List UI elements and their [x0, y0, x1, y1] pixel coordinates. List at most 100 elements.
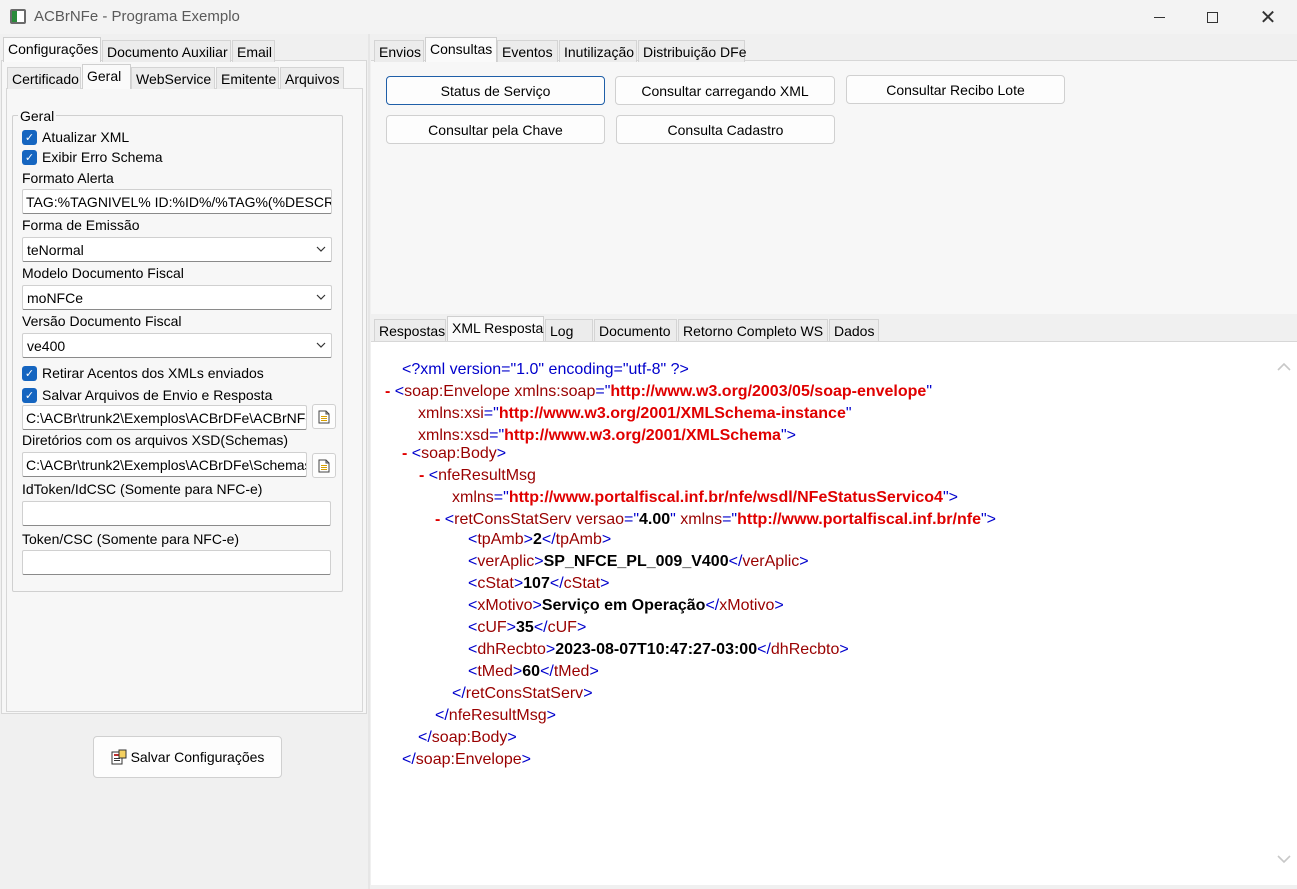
forma-emissao-value: teNormal [27, 242, 84, 258]
versao-documento-value: ve400 [27, 338, 66, 354]
tab-inutilizacao[interactable]: Inutilização [559, 40, 637, 62]
tab-configuracoes[interactable]: Configurações [3, 37, 101, 62]
xml-line: </soap:Body> [418, 729, 517, 746]
minimize-button[interactable] [1136, 0, 1182, 34]
minimize-icon [1153, 16, 1165, 18]
salvar-path-input[interactable]: C:\ACBr\trunk2\Exemplos\ACBrDFe\ACBrNFe\ [22, 405, 307, 430]
collapse-toggle[interactable]: - [385, 383, 390, 400]
salvar-arquivos-checkbox[interactable]: ✓ Salvar Arquivos de Envio e Resposta [22, 387, 272, 403]
tab-email[interactable]: Email [232, 40, 275, 62]
xml-line: </retConsStatServ> [452, 685, 593, 702]
file-icon [318, 459, 330, 472]
xml-line: - <retConsStatServ versao="4.00" xmlns="… [435, 511, 996, 528]
chevron-down-icon [316, 294, 326, 300]
formato-alerta-input[interactable]: TAG:%TAGNIVEL% ID:%ID%/%TAG%(%DESCRICAO%… [22, 189, 332, 214]
consultar-recibo-button[interactable]: Consultar Recibo Lote [846, 75, 1065, 104]
tab-retorno-completo-ws[interactable]: Retorno Completo WS [678, 319, 828, 341]
retirar-acentos-checkbox[interactable]: ✓ Retirar Acentos dos XMLs enviados [22, 365, 264, 381]
collapse-toggle[interactable]: - [402, 445, 407, 462]
checkmark-icon: ✓ [22, 129, 37, 145]
consultar-chave-button[interactable]: Consultar pela Chave [386, 115, 605, 144]
tab-eventos[interactable]: Eventos [497, 40, 558, 62]
xml-line: <?xml version="1.0" encoding="utf-8" ?> [402, 361, 689, 378]
xsd-path-input[interactable]: C:\ACBr\trunk2\Exemplos\ACBrDFe\Schemas [22, 452, 307, 477]
tab-dados[interactable]: Dados [829, 319, 879, 341]
xml-line: <xMotivo>Serviço em Operação</xMotivo> [468, 597, 784, 614]
close-button[interactable]: ✕ [1245, 0, 1291, 34]
tab-distribuicao-dfe[interactable]: Distribuição DFe [638, 40, 746, 62]
checkmark-icon: ✓ [22, 387, 37, 403]
tab-respostas[interactable]: Respostas [374, 319, 446, 341]
close-icon: ✕ [1259, 5, 1277, 29]
xml-line: </soap:Envelope> [402, 751, 531, 768]
token-input[interactable] [22, 550, 331, 575]
tab-log[interactable]: Log [545, 319, 593, 341]
modelo-documento-value: moNFCe [27, 290, 84, 306]
modelo-documento-label: Modelo Documento Fiscal [22, 265, 184, 281]
xml-viewer[interactable]: <?xml version="1.0" encoding="utf-8" ?> … [371, 341, 1297, 885]
tab-documento[interactable]: Documento [594, 319, 677, 341]
versao-documento-select[interactable]: ve400 [22, 333, 332, 358]
save-icon [111, 749, 127, 765]
tab-certificado[interactable]: Certificado [7, 67, 81, 89]
exibir-erro-schema-checkbox[interactable]: ✓ Exibir Erro Schema [22, 149, 163, 165]
xml-line: - <nfeResultMsg [419, 467, 536, 484]
xml-line: - <soap:Envelope xmlns:soap="http://www.… [385, 383, 933, 400]
maximize-icon [1206, 11, 1218, 23]
forma-emissao-select[interactable]: teNormal [22, 237, 332, 262]
chevron-down-icon [316, 246, 326, 252]
xml-line: <verAplic>SP_NFCE_PL_009_V400</verAplic> [468, 553, 809, 570]
exibir-erro-schema-label: Exibir Erro Schema [42, 149, 163, 165]
xml-line: <cUF>35</cUF> [468, 619, 587, 636]
xml-line: xmlns="http://www.portalfiscal.inf.br/nf… [452, 489, 958, 506]
consulta-cadastro-button[interactable]: Consulta Cadastro [616, 115, 835, 144]
salvar-configuracoes-label: Salvar Configurações [130, 749, 265, 765]
status-servico-button[interactable]: Status de Serviço [386, 76, 605, 105]
xml-line: xmlns:xsi="http://www.w3.org/2001/XMLSch… [418, 405, 852, 422]
splitter[interactable] [368, 34, 370, 889]
salvar-configuracoes-button[interactable]: Salvar Configurações [93, 736, 282, 778]
tab-documento-auxiliar[interactable]: Documento Auxiliar [102, 40, 231, 62]
xml-line: </nfeResultMsg> [435, 707, 556, 724]
geral-group-title: Geral [18, 108, 57, 124]
file-icon [318, 410, 330, 423]
browse-salvar-button[interactable] [312, 404, 336, 429]
idtoken-input[interactable] [22, 501, 331, 526]
tab-arquivos[interactable]: Arquivos [280, 67, 344, 89]
xml-line: <dhRecbto>2023-08-07T10:47:27-03:00</dhR… [468, 641, 849, 658]
salvar-arquivos-label: Salvar Arquivos de Envio e Resposta [42, 387, 273, 403]
tab-geral[interactable]: Geral [82, 64, 131, 89]
xml-line: <tpAmb>2</tpAmb> [468, 531, 612, 548]
xsd-label: Diretórios com os arquivos XSD(Schemas) [22, 432, 289, 448]
browse-xsd-button[interactable] [312, 453, 336, 478]
atualizar-xml-checkbox[interactable]: ✓ Atualizar XML [22, 129, 129, 145]
collapse-toggle[interactable]: - [419, 467, 424, 484]
versao-documento-label: Versão Documento Fiscal [22, 313, 182, 329]
scroll-down-icon[interactable] [1277, 852, 1291, 866]
tab-emitente[interactable]: Emitente [216, 67, 279, 89]
maximize-button[interactable] [1189, 0, 1235, 34]
forma-emissao-label: Forma de Emissão [22, 217, 140, 233]
checkmark-icon: ✓ [22, 365, 37, 381]
xml-line: - <soap:Body> [402, 445, 507, 462]
token-label: Token/CSC (Somente para NFC-e) [22, 531, 240, 547]
xml-line: <tMed>60</tMed> [468, 663, 599, 680]
window-title: ACBrNFe - Programa Exemplo [34, 8, 240, 25]
title-bar: ACBrNFe - Programa Exemplo ✕ [0, 0, 1297, 34]
tab-consultas[interactable]: Consultas [425, 37, 497, 62]
checkmark-icon: ✓ [22, 149, 37, 165]
retirar-acentos-label: Retirar Acentos dos XMLs enviados [42, 365, 264, 381]
formato-alerta-label: Formato Alerta [22, 170, 114, 186]
modelo-documento-select[interactable]: moNFCe [22, 285, 332, 310]
xml-line: <cStat>107</cStat> [468, 575, 610, 592]
atualizar-xml-label: Atualizar XML [42, 129, 130, 145]
consultar-xml-button[interactable]: Consultar carregando XML [615, 76, 835, 105]
tab-xml-resposta[interactable]: XML Resposta [447, 316, 544, 341]
tab-webservice[interactable]: WebService [131, 67, 215, 89]
collapse-toggle[interactable]: - [435, 511, 440, 528]
idtoken-label: IdToken/IdCSC (Somente para NFC-e) [22, 481, 263, 497]
tab-envios[interactable]: Envios [374, 40, 424, 62]
app-icon [10, 9, 26, 24]
chevron-down-icon [316, 342, 326, 348]
scroll-up-icon[interactable] [1277, 360, 1291, 374]
